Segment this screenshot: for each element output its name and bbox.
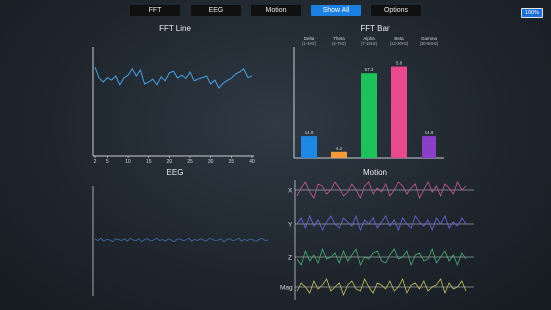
fft-bar-value-label: 5.8 [396,61,403,66]
motion-series-label: X [288,188,293,195]
fft-line-x-tick-label: 5 [106,159,109,165]
charts-canvas: 2 5 10 15 20 25 30 35 40 14.8Delta(1-4Hz)4.2Thet… [92,36,474,300]
fft-bar [331,151,347,158]
fft-bar [422,136,436,158]
fft-line-x-tick-label: 30 [208,159,214,165]
fft-line-chart: 2 5 10 15 20 25 30 35 40 [92,47,255,165]
fft-bar-value-label: 4.2 [336,146,343,151]
fft-line-x-tick-label: 25 [187,159,193,165]
fft-bar-value-label: 14.8 [305,130,314,135]
fft-bar-chart: 14.8Delta(1-4Hz)4.2Theta(4-7Hz)57.3Alpha… [293,36,444,159]
fft-line-x-tick-label: 10 [125,159,131,165]
fft-line-x-tick-label: 40 [249,159,255,165]
eeg-series [94,237,269,243]
fft-bar-category-range: (13-30Hz) [390,41,409,46]
fft-bar [361,73,377,158]
fft-line-series [94,67,253,89]
motion-chart: X Y Z Mag [280,180,474,300]
fft-line-x-tick-label: 15 [146,159,152,165]
motion-series-line [296,214,467,232]
fft-line-x-tick-label: 35 [229,159,235,165]
fft-bar-category-range: (4-7Hz) [332,41,347,46]
fft-bar [301,136,317,158]
motion-series-label: Z [288,255,292,262]
fft-bar-value-label: 14.8 [425,130,434,135]
eeg-chart [92,186,269,296]
fft-bar-category-range: (30-60Hz) [420,41,439,46]
fft-bar [391,66,407,158]
fft-bar-category-range: (7-13Hz) [361,41,378,46]
motion-series-label: Mag [280,285,293,292]
fft-bar-value-label: 57.3 [365,67,374,72]
fft-bar-category-range: (1-4Hz) [302,41,317,46]
fft-line-x-tick-label: 2 [94,159,97,165]
motion-series-label: Y [288,222,293,229]
fft-line-x-tick-label: 20 [167,159,173,165]
